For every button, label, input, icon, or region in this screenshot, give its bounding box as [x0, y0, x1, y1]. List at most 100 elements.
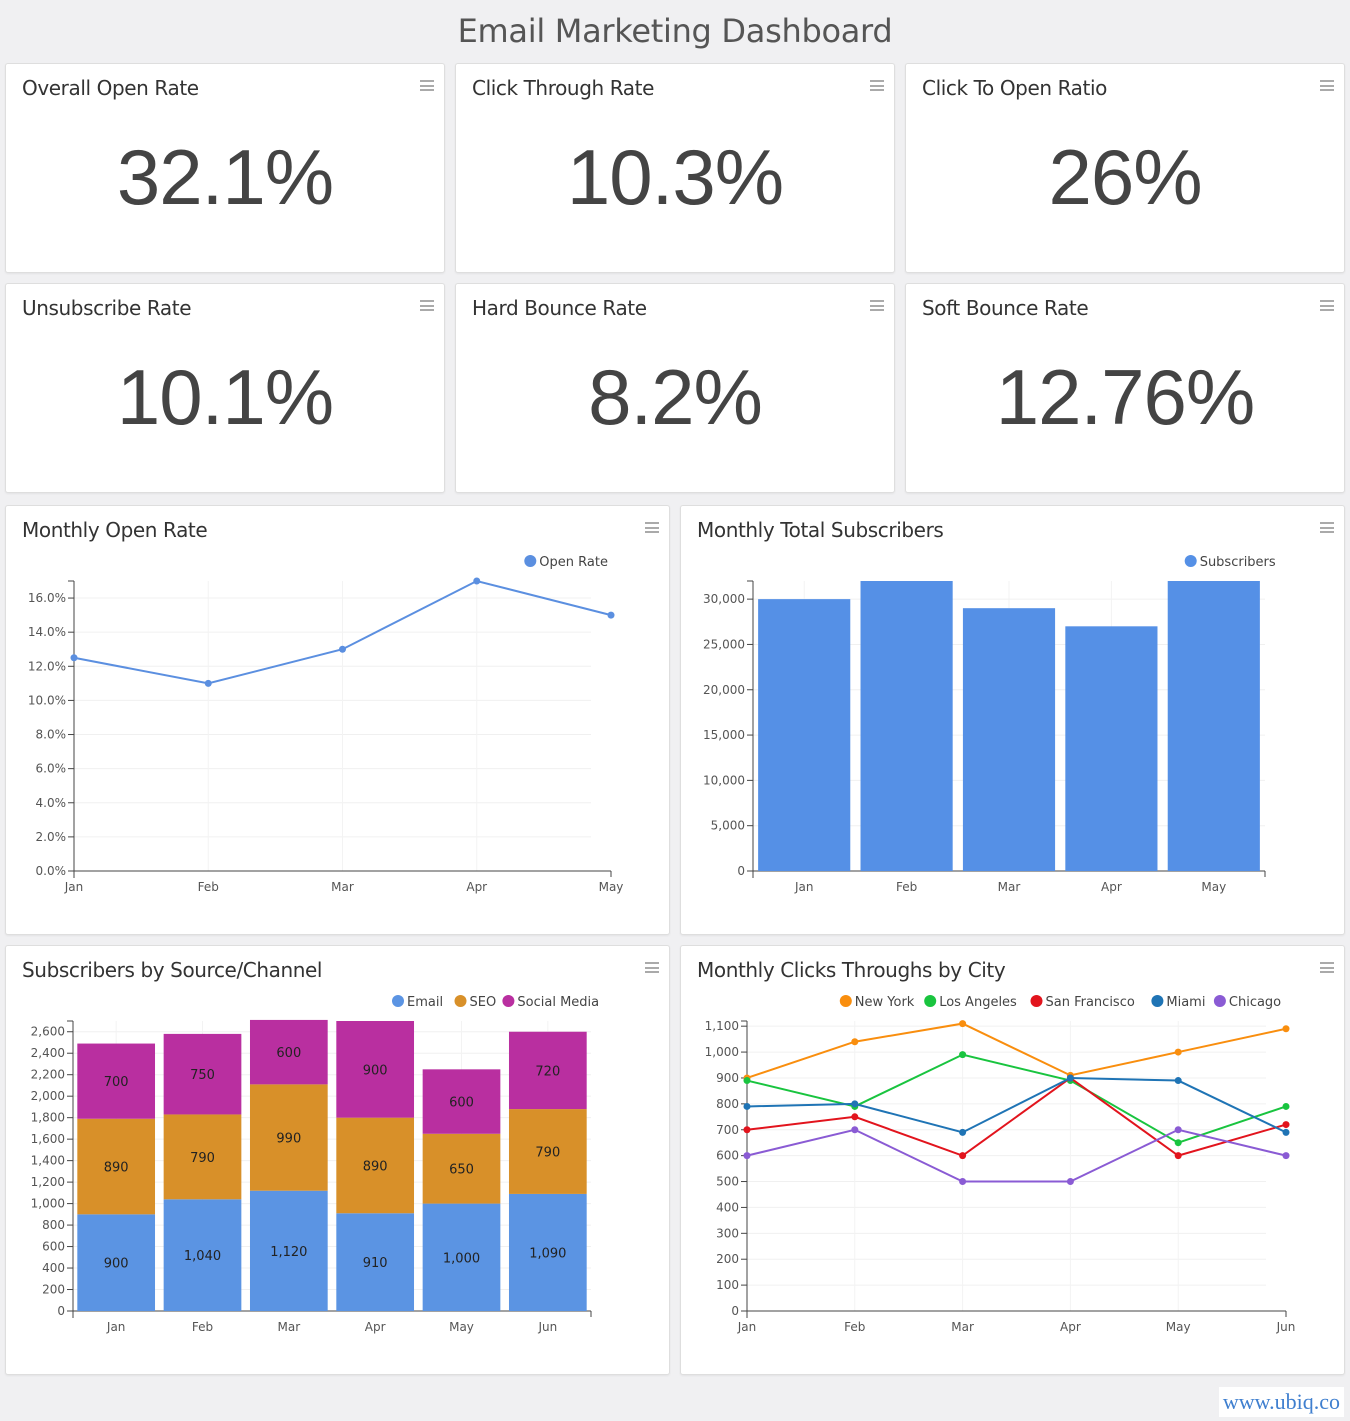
- data-point: [1066, 1178, 1074, 1186]
- kpi-card-click-to-open-ratio: Click To Open Ratio 26%: [905, 63, 1345, 273]
- data-point: [607, 611, 615, 619]
- data-point: [1174, 1077, 1182, 1085]
- chart-card-open-rate: Monthly Open Rate 0.0% 2.0% 4.0% 6.0% 8.0% 10…: [5, 505, 670, 935]
- legend-label: San Francisco: [1046, 995, 1135, 1010]
- legend-marker: [392, 995, 404, 1007]
- data-label: 1,090: [529, 1246, 566, 1261]
- chart-card-source-channel: Subscribers by Source/Channel 0 200 400 600…: [5, 945, 670, 1375]
- kpi-value: 8.2%: [588, 353, 763, 441]
- y-tick-label: 100: [716, 1278, 739, 1292]
- kpi-value: 12.76%: [995, 353, 1256, 441]
- kpi-value: 32.1%: [116, 133, 334, 221]
- data-label: 900: [104, 1257, 129, 1272]
- legend-label: New York: [855, 995, 915, 1010]
- watermark-link[interactable]: www.ubiq.co: [1218, 1387, 1344, 1417]
- y-tick-label: 1,400: [31, 1154, 65, 1168]
- kpi-card-hard-bounce-rate: Hard Bounce Rate 8.2%: [455, 283, 895, 493]
- series-line: [746, 1076, 1287, 1157]
- x-tick-label: May: [599, 880, 624, 894]
- y-tick-label: 0: [57, 1304, 65, 1318]
- y-tick-label: 20,000: [703, 683, 745, 697]
- y-tick-label: 2,200: [31, 1068, 65, 1082]
- data-point: [959, 1051, 967, 1059]
- data-point: [339, 645, 346, 653]
- y-tick-label: 0: [731, 1304, 739, 1318]
- x-tick-label: Apr: [365, 1320, 386, 1334]
- x-tick-label: Jan: [794, 880, 814, 894]
- data-label: 700: [104, 1075, 129, 1090]
- data-point: [851, 1126, 859, 1134]
- x-tick-label: May: [1166, 1320, 1191, 1334]
- data-label: 600: [449, 1096, 474, 1111]
- bar: [758, 599, 851, 871]
- y-tick-label: 700: [716, 1123, 739, 1137]
- data-point: [1282, 1152, 1290, 1160]
- legend-label: Social Media: [517, 995, 599, 1010]
- x-tick-label: Jan: [64, 880, 84, 894]
- y-tick-label: 30,000: [703, 592, 745, 606]
- y-tick-label: 1,200: [31, 1175, 65, 1189]
- x-tick-label: May: [449, 1320, 474, 1334]
- kpi-value: 10.1%: [116, 353, 334, 441]
- series-line: [746, 1022, 1287, 1079]
- kpi-value: 26%: [1048, 133, 1202, 221]
- menu-icon[interactable]: [1320, 300, 1334, 311]
- data-point: [1174, 1152, 1182, 1160]
- data-label: 990: [276, 1132, 301, 1147]
- data-point: [959, 1152, 967, 1160]
- data-point: [743, 1152, 751, 1160]
- open-rate-chart: 0.0% 2.0% 4.0% 6.0% 8.0% 10.0% 12.0% 14.0% 16.0%…: [28, 555, 624, 894]
- y-tick-label: 400: [716, 1200, 739, 1214]
- page-title: Email Marketing Dashboard: [457, 12, 893, 50]
- data-label: 1,040: [184, 1249, 221, 1264]
- menu-icon[interactable]: [420, 80, 434, 91]
- y-tick-label: 800: [42, 1218, 65, 1232]
- data-label: 1,120: [270, 1245, 307, 1260]
- y-tick-label: 200: [42, 1283, 65, 1297]
- subscribers-chart: 0 5,000 10,000 15,000 20,000 25,000 30,000 Jan F…: [703, 555, 1276, 894]
- y-tick-label: 500: [716, 1175, 739, 1189]
- y-tick-label: 2,400: [31, 1046, 65, 1060]
- y-tick-label: 10.0%: [28, 693, 66, 707]
- legend-marker: [524, 555, 537, 567]
- data-point: [743, 1102, 751, 1110]
- y-tick-label: 1,800: [31, 1111, 65, 1125]
- data-point: [959, 1128, 967, 1136]
- y-tick-label: 900: [716, 1071, 739, 1085]
- bar: [962, 608, 1056, 871]
- x-tick-label: Feb: [844, 1320, 865, 1334]
- data-point: [204, 679, 212, 687]
- data-point: [851, 1038, 859, 1046]
- y-tick-label: 16.0%: [28, 591, 66, 605]
- x-tick-label: Mar: [278, 1320, 301, 1334]
- legend-marker: [1184, 555, 1197, 567]
- legend-label: SEO: [470, 995, 497, 1010]
- data-point: [959, 1178, 967, 1186]
- data-point: [1066, 1074, 1074, 1082]
- y-tick-label: 14.0%: [28, 625, 66, 639]
- y-tick-label: 5,000: [711, 819, 745, 833]
- city-clicks-chart: 0 100 200 300 400 500 600 700 800 900 1,000 1,100 Ja…: [705, 995, 1295, 1334]
- x-tick-label: Apr: [1060, 1320, 1081, 1334]
- legend-marker: [454, 995, 467, 1007]
- kpi-card-open-rate: Overall Open Rate 32.1%: [5, 63, 445, 273]
- legend-marker: [1151, 995, 1164, 1007]
- x-tick-label: Apr: [466, 880, 487, 894]
- menu-icon[interactable]: [870, 80, 884, 91]
- x-tick-label: May: [1201, 880, 1226, 894]
- y-tick-label: 1,100: [705, 1019, 739, 1033]
- x-tick-label: Mar: [998, 880, 1021, 894]
- kpi-title: Click Through Rate: [472, 76, 654, 100]
- x-tick-label: Mar: [331, 880, 354, 894]
- y-tick-label: 6.0%: [36, 762, 67, 776]
- y-tick-label: 600: [716, 1149, 739, 1163]
- chart-card-city-clicks: Monthly Clicks Throughs by City 0 100 200 3…: [680, 945, 1345, 1375]
- kpi-title: Hard Bounce Rate: [472, 296, 647, 320]
- kpi-card-unsubscribe-rate: Unsubscribe Rate 10.1%: [5, 283, 445, 493]
- menu-icon[interactable]: [420, 300, 434, 311]
- menu-icon[interactable]: [870, 300, 884, 311]
- chart-card-subscribers: Monthly Total Subscribers 0 5,000 10,000 15…: [680, 505, 1345, 935]
- y-tick-label: 0.0%: [36, 864, 67, 878]
- menu-icon[interactable]: [1320, 80, 1334, 91]
- x-tick-label: Feb: [192, 1320, 213, 1334]
